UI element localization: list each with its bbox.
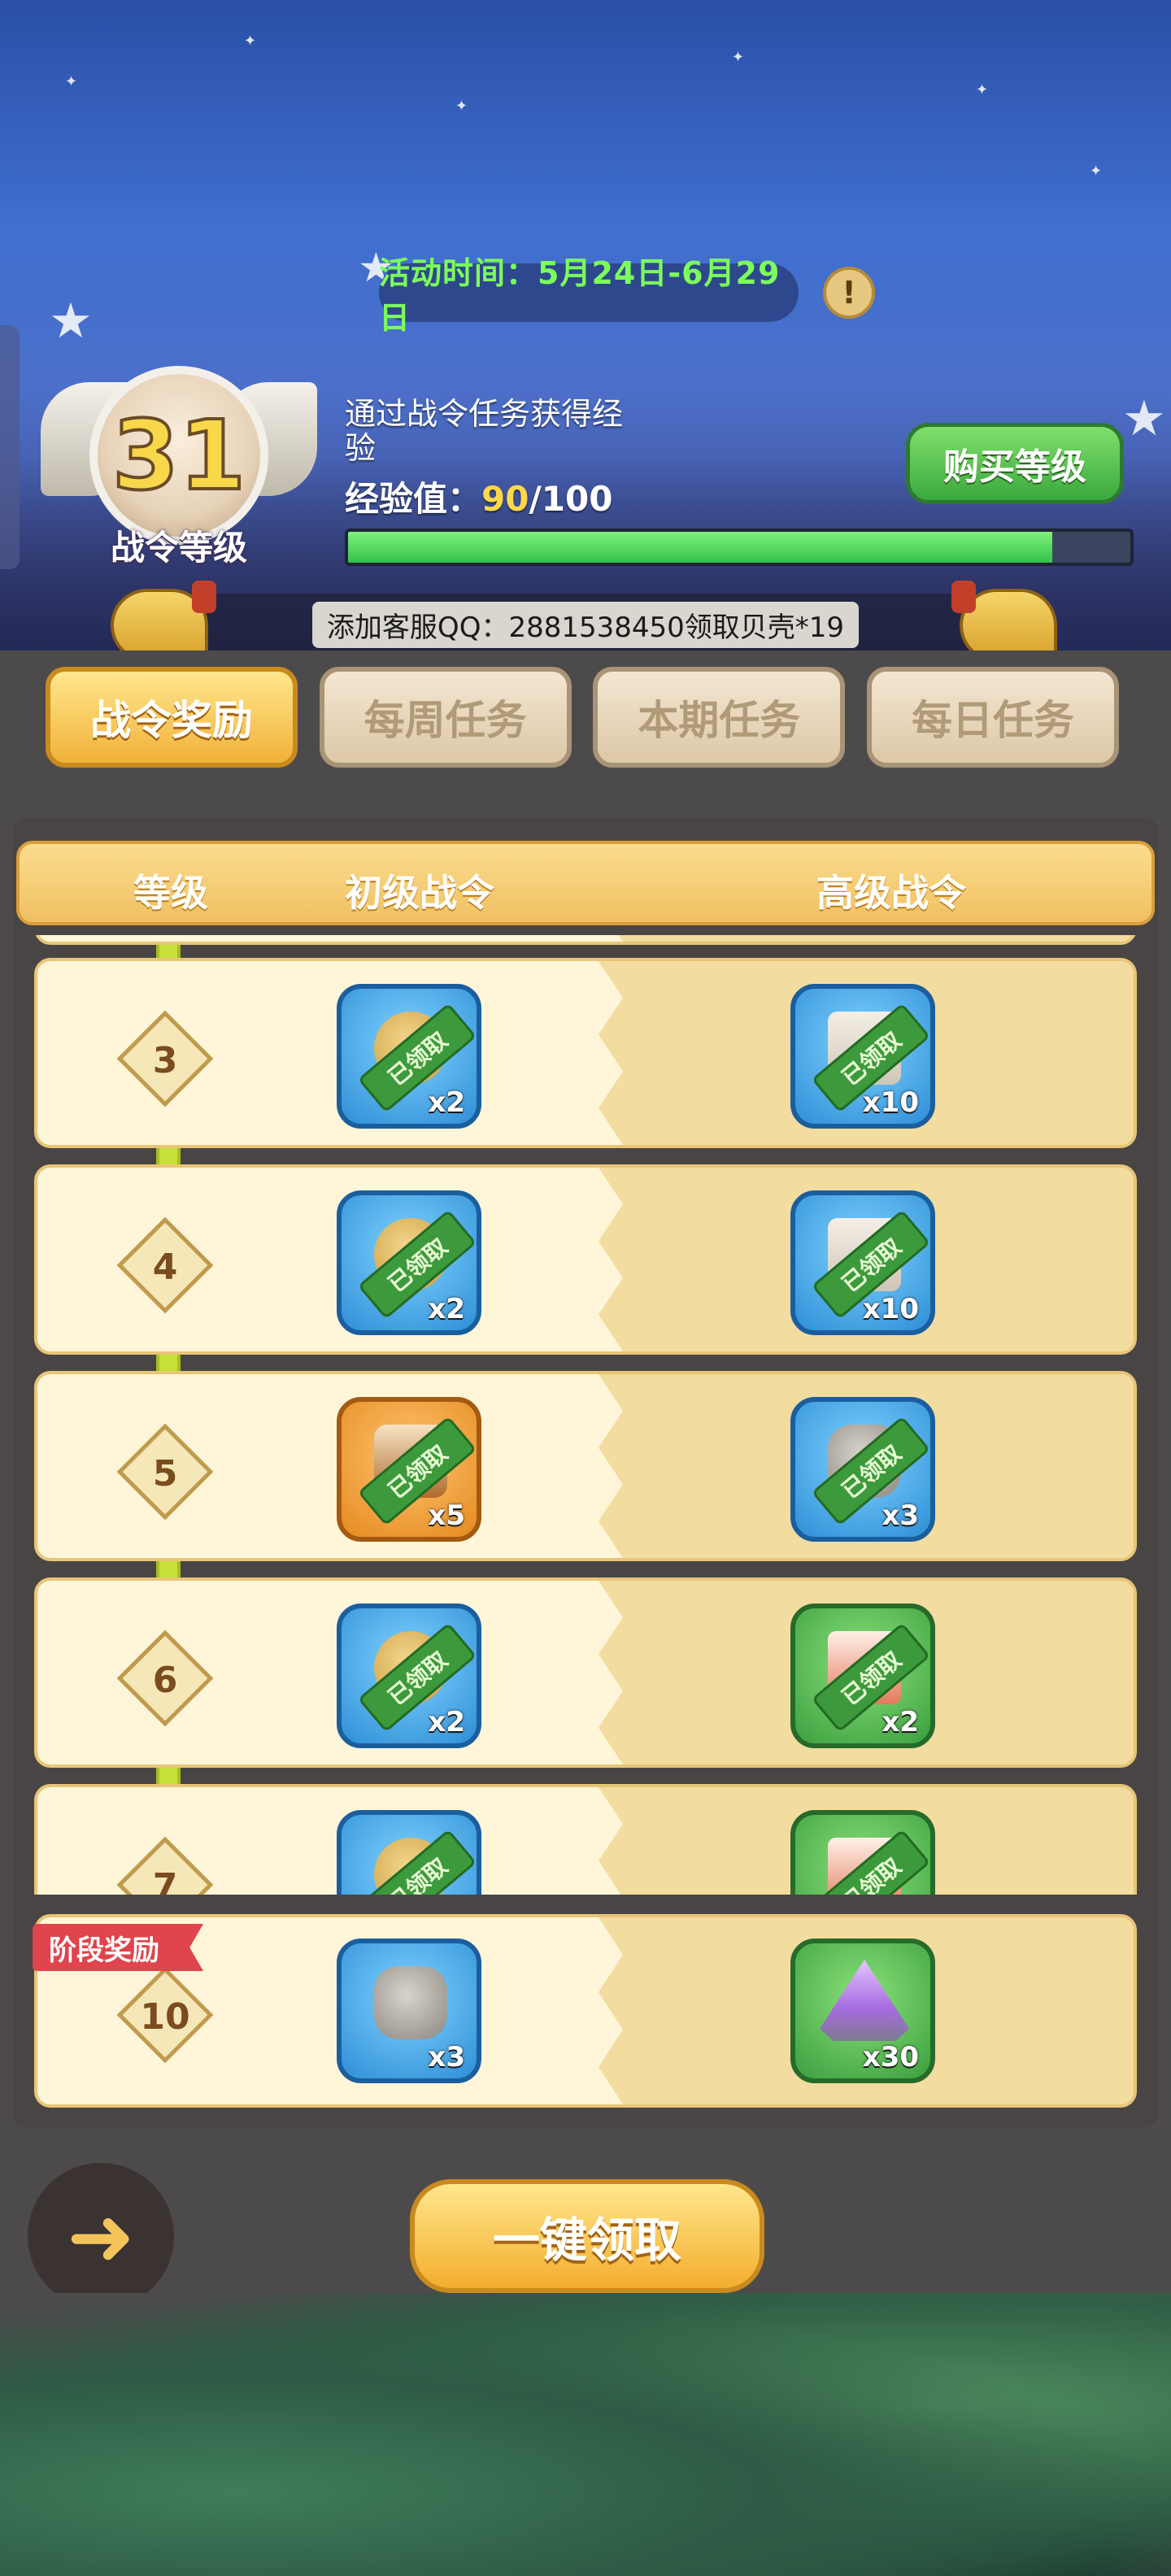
reward-quantity: x10 <box>862 1086 919 1119</box>
reward-row: 3 已领取 x2 已领取 x10 <box>34 958 1137 1148</box>
reward-row: 5 已领取 x5 已领取 x3 <box>34 1371 1137 1561</box>
column-advanced-pass: 高级战令 <box>816 871 966 915</box>
basic-pass-reward[interactable]: 已领取 <box>337 1810 481 1895</box>
reward-row: 6 已领取 x2 已领取 x2 <box>34 1577 1137 1768</box>
horn-tip <box>951 581 976 613</box>
exp-current: 90 <box>481 479 529 519</box>
reward-row-partial <box>34 935 1137 945</box>
basic-pass-reward[interactable]: 已领取 x2 <box>337 984 481 1129</box>
row-level: 3 <box>152 1039 178 1081</box>
stage-reward-tag: 阶段奖励 <box>33 1924 203 1971</box>
exp-value: 经验值：90/100 <box>345 472 612 521</box>
star-icon: ✦ <box>1090 163 1103 180</box>
advanced-pass-reward[interactable]: 已领取 <box>790 1810 935 1895</box>
horn-tip <box>192 581 216 613</box>
basic-pass-reward[interactable]: 已领取 x2 <box>337 1603 481 1748</box>
level-badge: 31 战令等级 <box>33 358 325 577</box>
row-level: 7 <box>152 1865 178 1895</box>
event-time-label: 活动时间：5月24日-6月29日 <box>379 255 799 336</box>
basic-pass-reward[interactable]: 已领取 x2 <box>337 1190 481 1335</box>
reward-row: 4 已领取 x2 已领取 x10 <box>34 1164 1137 1355</box>
star-icon: ✦ <box>455 98 468 115</box>
exp-total: /100 <box>529 479 613 519</box>
basic-pass-reward[interactable]: 已领取 x5 <box>337 1397 481 1542</box>
advanced-pass-reward[interactable]: 已领取 x10 <box>790 1190 935 1335</box>
back-arrow-icon[interactable]: ➜ <box>28 2163 174 2309</box>
column-header: 等级 初级战令 高级战令 <box>16 841 1155 925</box>
exp-progress-bar <box>345 529 1134 566</box>
stage-advanced-reward[interactable]: x30 <box>790 1939 935 2083</box>
star-icon: ✦ <box>244 33 257 50</box>
badge-medal: 31 <box>89 366 268 545</box>
crystal-icon <box>820 1960 909 2041</box>
exp-progress-fill <box>348 532 1052 563</box>
advanced-pass-reward[interactable]: 已领取 x2 <box>790 1603 935 1748</box>
reward-quantity: x2 <box>428 1293 465 1325</box>
star-icon: ✦ <box>732 49 745 66</box>
advanced-pass-reward[interactable]: 已领取 x10 <box>790 984 935 1129</box>
info-icon[interactable]: ! <box>823 267 875 319</box>
tab-daily-tasks[interactable]: 每日任务 <box>866 667 1119 768</box>
battle-pass-level-label: 战令等级 <box>110 528 247 568</box>
tab-weekly-tasks[interactable]: 每周任务 <box>319 667 572 768</box>
reward-quantity: x10 <box>862 1293 919 1325</box>
reward-quantity: x5 <box>428 1499 465 1532</box>
tab-battle-pass-rewards[interactable]: 战令奖励 <box>46 667 298 768</box>
advanced-half <box>599 935 1134 942</box>
reward-quantity: x2 <box>882 1706 919 1738</box>
notice-banner: 添加客服QQ：2881538450领取贝壳*19 <box>179 594 992 655</box>
column-basic-pass: 初级战令 <box>345 871 494 915</box>
side-drawer-handle[interactable] <box>0 325 20 569</box>
stage-level: 10 <box>140 1995 190 2038</box>
tab-bar: 战令奖励 每周任务 本期任务 每日任务 <box>46 667 1119 772</box>
reward-list[interactable]: 3 已领取 x2 已领取 x10 4 已领取 x2 已领取 x10 5 已领取 x5 已领取 x3 6 已领取 x… <box>34 935 1137 1895</box>
row-level: 4 <box>152 1246 178 1288</box>
advanced-pass-reward[interactable]: 已领取 x3 <box>790 1397 935 1542</box>
foliage-decoration <box>0 2293 1171 2576</box>
reward-quantity: x3 <box>882 1499 919 1532</box>
reward-quantity: x30 <box>862 2041 919 2073</box>
column-level: 等级 <box>133 871 208 915</box>
claim-all-button[interactable]: 一键领取 <box>410 2179 764 2293</box>
row-level: 6 <box>152 1659 178 1701</box>
star-icon: ✦ <box>976 81 989 98</box>
reward-quantity: x2 <box>428 1086 465 1119</box>
exp-description: 通过战令任务获得经验 <box>345 396 624 466</box>
notice-text: 添加客服QQ：2881538450领取贝壳*19 <box>311 601 860 648</box>
star-icon: ✦ <box>65 73 78 90</box>
reward-quantity: x3 <box>428 2041 465 2073</box>
buy-level-button[interactable]: 购买等级 <box>906 423 1124 504</box>
reward-quantity: x2 <box>428 1706 465 1738</box>
reward-row: 7 已领取 已领取 <box>34 1784 1137 1895</box>
stage-basic-reward[interactable]: x3 <box>337 1939 481 2083</box>
stage-reward-row: 10 x3 x30 <box>34 1914 1137 2108</box>
tab-season-tasks[interactable]: 本期任务 <box>593 667 846 768</box>
battle-pass-level: 31 <box>111 399 247 511</box>
exp-prefix: 经验值： <box>345 479 482 519</box>
star-icon: ★ <box>1122 390 1166 447</box>
star-icon: ★ <box>49 293 93 350</box>
skull-stone-icon <box>374 1966 447 2039</box>
row-level: 5 <box>152 1452 178 1495</box>
